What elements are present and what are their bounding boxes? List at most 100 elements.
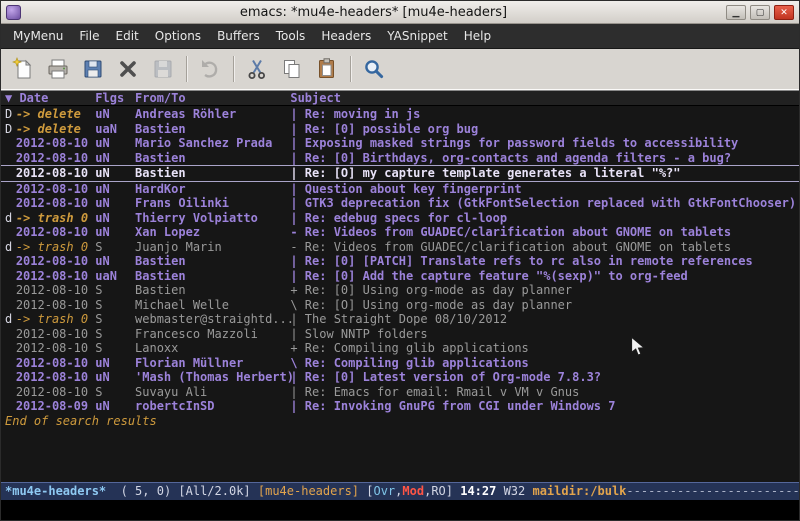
row-from: Bastien [135, 166, 290, 181]
row-from: robertcInSD [135, 399, 290, 414]
menu-item-mymenu[interactable]: MyMenu [5, 26, 71, 46]
new-file-icon [11, 57, 35, 81]
undo-icon [198, 57, 222, 81]
message-row[interactable]: 2012-08-10 uN Bastien | Re: [0] Birthday… [1, 151, 799, 166]
menu-item-file[interactable]: File [71, 26, 107, 46]
row-mark [5, 356, 16, 371]
modeline-segment: [mu4e-headers] [258, 484, 359, 498]
row-mark: D [5, 122, 16, 137]
new-file-button[interactable] [7, 53, 39, 85]
copy-button[interactable] [276, 53, 308, 85]
row-date: 2012-08-10 [16, 341, 95, 356]
message-row[interactable]: 2012-08-09 uN robertcInSD | Re: Invoking… [1, 399, 799, 414]
column-header-flags[interactable]: Flgs [95, 91, 135, 105]
cut-button[interactable] [241, 53, 273, 85]
emacs-window: emacs: *mu4e-headers* [mu4e-headers] ▁ ▢… [0, 0, 800, 521]
column-header-subject[interactable]: Subject [290, 91, 799, 105]
save-button[interactable] [77, 53, 109, 85]
kill-buffer-button[interactable] [112, 53, 144, 85]
row-from: Bastien [135, 122, 290, 137]
row-mark [5, 151, 16, 166]
menu-item-tools[interactable]: Tools [268, 26, 314, 46]
copy-icon [280, 57, 304, 81]
menu-item-buffers[interactable]: Buffers [209, 26, 268, 46]
row-subject: | Re: Invoking GnuPG from CGI under Wind… [290, 399, 799, 414]
row-mark [5, 269, 16, 284]
menu-item-help[interactable]: Help [456, 26, 499, 46]
message-row[interactable]: 2012-08-10 S Suvayu Ali | Re: Emacs for … [1, 385, 799, 400]
maximize-button[interactable]: ▢ [750, 5, 770, 20]
message-row[interactable]: 2012-08-10 S Francesco Mazzoli | Slow NN… [1, 327, 799, 342]
message-row[interactable]: 2012-08-10 uN Frans Oilinki | GTK3 depre… [1, 196, 799, 211]
search-button[interactable] [358, 53, 390, 85]
message-row[interactable]: 2012-08-10 S Bastien + Re: [0] Using org… [1, 283, 799, 298]
print-button[interactable] [42, 53, 74, 85]
column-header-date[interactable]: ▼ Date [5, 91, 95, 105]
message-row[interactable]: 2012-08-10 uN Mario Sanchez Prada | Expo… [1, 136, 799, 151]
row-mark: d [5, 312, 16, 327]
message-row[interactable]: 2012-08-10 uN Bastien | Re: [0] [PATCH] … [1, 254, 799, 269]
row-subject: | Re: [0] [PATCH] Translate refs to rc a… [290, 254, 799, 269]
modeline-segment: Mod [402, 484, 424, 498]
menu-item-headers[interactable]: Headers [313, 26, 379, 46]
row-subject: | Re: moving in js [290, 107, 799, 122]
row-subject: | Re: edebug specs for cl-loop [290, 211, 799, 226]
row-date: -> trash 0 [16, 312, 95, 327]
row-subject: | Re: Emacs for email: Rmail v VM v Gnus [290, 385, 799, 400]
row-flags: uaN [95, 269, 135, 284]
message-row[interactable]: D -> delete uN Andreas Röhler | Re: movi… [1, 107, 799, 122]
row-flags: S [95, 385, 135, 400]
row-from: Michael Welle [135, 298, 290, 313]
message-row[interactable]: 2012-08-10 uN HardKor | Question about k… [1, 182, 799, 197]
row-from: Andreas Röhler [135, 107, 290, 122]
menu-item-yasnippet[interactable]: YASnippet [379, 26, 456, 46]
message-row[interactable]: 2012-08-10 S Lanoxx + Re: Compiling glib… [1, 341, 799, 356]
window-title: emacs: *mu4e-headers* [mu4e-headers] [25, 5, 722, 20]
row-date: -> trash 0 [16, 240, 95, 255]
window-buttons: ▁ ▢ ✕ [722, 5, 794, 20]
row-date: 2012-08-10 [16, 370, 95, 385]
row-from: Suvayu Ali [135, 385, 290, 400]
message-row[interactable]: 2012-08-10 S Michael Welle \ Re: [O] Usi… [1, 298, 799, 313]
row-date: 2012-08-10 [16, 385, 95, 400]
column-header-from[interactable]: From/To [135, 91, 290, 105]
message-row[interactable]: 2012-08-10 uN 'Mash (Thomas Herbert) | R… [1, 370, 799, 385]
row-date: 2012-08-10 [16, 166, 95, 181]
row-from: Bastien [135, 269, 290, 284]
paste-button[interactable] [311, 53, 343, 85]
end-of-results: End of search results [1, 414, 799, 429]
titlebar: emacs: *mu4e-headers* [mu4e-headers] ▁ ▢… [1, 1, 799, 24]
row-from: HardKor [135, 182, 290, 197]
row-subject: | Re: [0] possible org bug [290, 122, 799, 137]
message-row[interactable]: d -> trash 0 S webmaster@straightd... | … [1, 312, 799, 327]
modeline-segment: W32 [496, 484, 532, 498]
search-icon [362, 57, 386, 81]
row-flags: uN [95, 107, 135, 122]
close-button[interactable]: ✕ [774, 5, 794, 20]
row-from: Juanjo Marin [135, 240, 290, 255]
menu-item-options[interactable]: Options [147, 26, 209, 46]
row-subject: | Re: [O] my capture template generates … [290, 166, 799, 181]
menu-bar: MyMenuFileEditOptionsBuffersToolsHeaders… [1, 24, 799, 49]
message-row[interactable]: 2012-08-10 uN Florian Müllner \ Re: Comp… [1, 356, 799, 371]
message-row[interactable]: d -> trash 0 S Juanjo Marin - Re: Videos… [1, 240, 799, 255]
message-row[interactable]: D -> delete uaN Bastien | Re: [0] possib… [1, 122, 799, 137]
row-flags: uaN [95, 122, 135, 137]
row-from: Thierry Volpiatto [135, 211, 290, 226]
echo-area[interactable] [1, 500, 799, 520]
message-row[interactable]: 2012-08-10 uN Xan Lopez - Re: Videos fro… [1, 225, 799, 240]
row-flags: S [95, 312, 135, 327]
message-row[interactable]: 2012-08-10 uaN Bastien | Re: [0] Add the… [1, 269, 799, 284]
row-from: Florian Müllner [135, 356, 290, 371]
message-row[interactable]: 2012-08-10 uN Bastien | Re: [O] my captu… [1, 165, 799, 182]
minimize-button[interactable]: ▁ [726, 5, 746, 20]
modeline-segment: ----------------------------------------… [626, 484, 799, 498]
row-mark [5, 283, 16, 298]
headers-list: D -> delete uN Andreas Röhler | Re: movi… [1, 107, 799, 414]
message-row[interactable]: d -> trash 0 uN Thierry Volpiatto | Re: … [1, 211, 799, 226]
row-flags: S [95, 341, 135, 356]
row-date: 2012-08-10 [16, 225, 95, 240]
row-flags: uN [95, 151, 135, 166]
row-subject: - Re: Videos from GUADEC/clarification a… [290, 240, 799, 255]
menu-item-edit[interactable]: Edit [108, 26, 147, 46]
